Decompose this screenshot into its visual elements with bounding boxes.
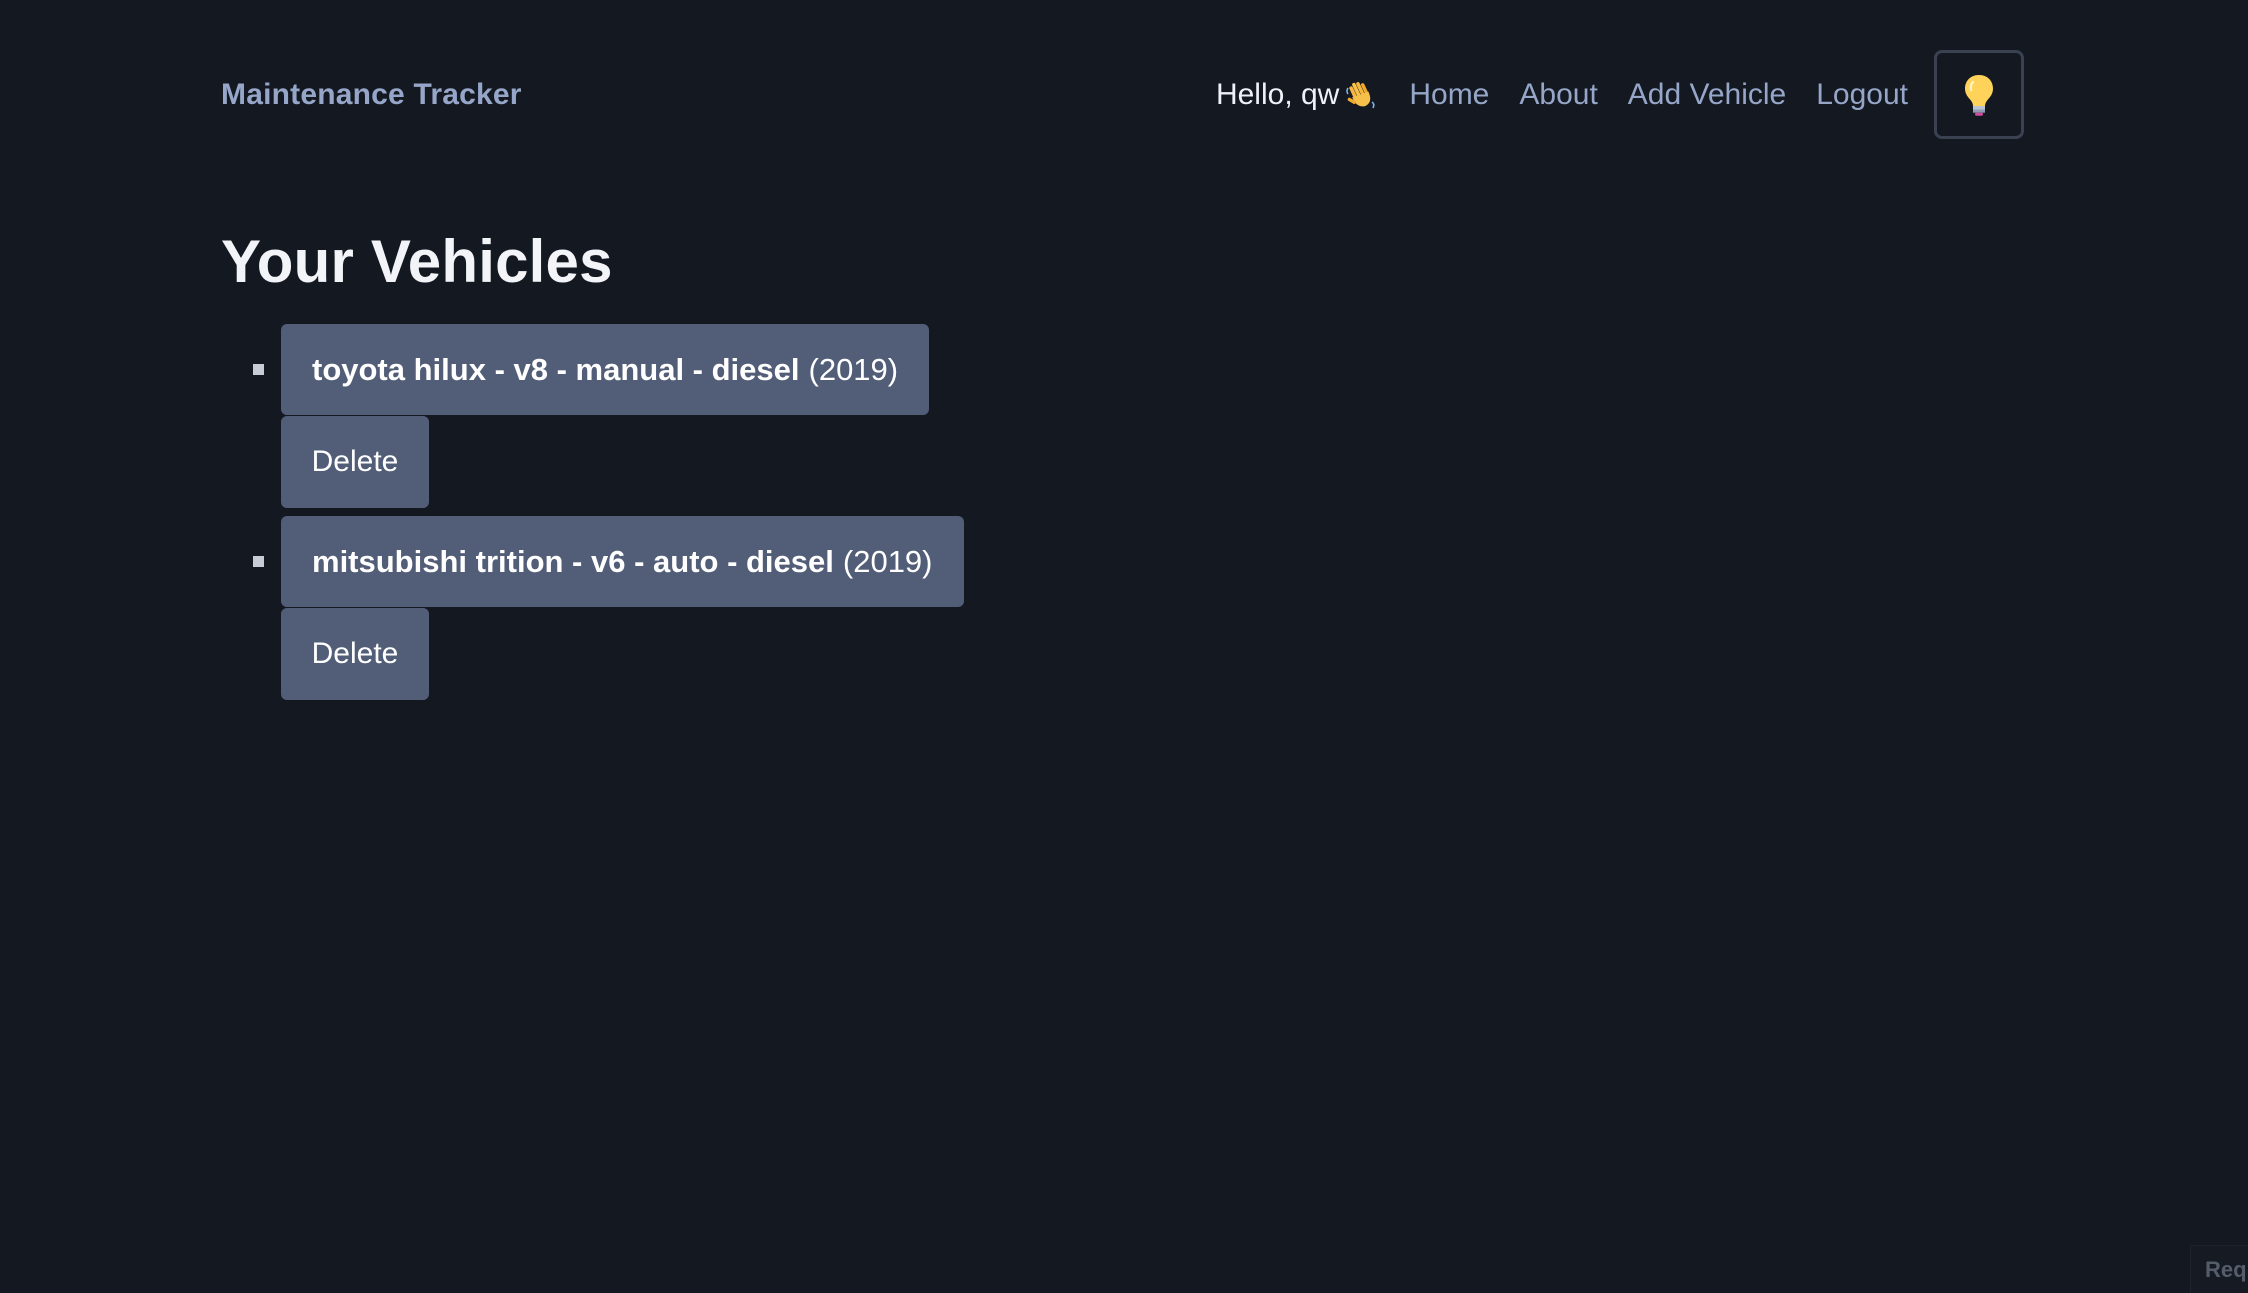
nav-home-link[interactable]: Home	[1409, 78, 1489, 112]
nav-add-vehicle-link[interactable]: Add Vehicle	[1628, 78, 1786, 112]
vehicle-list-item: mitsubishi trition - v6 - auto - diesel …	[221, 516, 964, 700]
nav-logout-link[interactable]: Logout	[1816, 78, 1908, 112]
lightbulb-icon	[1965, 74, 1993, 116]
page: Maintenance Tracker Hello, qw Home About…	[0, 0, 2248, 1293]
waving-hand-icon	[1346, 81, 1375, 108]
vehicle-list: toyota hilux - v8 - manual - diesel (201…	[221, 324, 964, 700]
main-content: Your Vehicles toyota hilux - v8 - manual…	[221, 222, 964, 708]
vehicle-list-item: toyota hilux - v8 - manual - diesel (201…	[221, 324, 964, 508]
vehicle-year: (2019)	[808, 351, 899, 387]
vehicle-name: toyota hilux - v8 - manual - diesel	[312, 351, 800, 387]
user-greeting: Hello, qw	[1216, 78, 1377, 112]
corner-badge[interactable]: Req	[2190, 1245, 2248, 1293]
vehicle-card[interactable]: mitsubishi trition - v6 - auto - diesel …	[281, 516, 964, 607]
main-nav: Hello, qw Home About Add Vehicle Logout	[1216, 50, 2024, 139]
delete-vehicle-button[interactable]: Delete	[281, 416, 429, 508]
vehicle-card[interactable]: toyota hilux - v8 - manual - diesel (201…	[281, 324, 930, 415]
theme-toggle-button[interactable]	[1934, 50, 2024, 139]
greeting-text: Hello, qw	[1215, 77, 1340, 111]
list-bullet	[253, 556, 264, 567]
vehicle-name: mitsubishi trition - v6 - auto - diesel	[312, 543, 834, 579]
top-navbar: Maintenance Tracker Hello, qw Home About…	[221, 50, 2024, 139]
list-bullet	[253, 364, 264, 375]
delete-vehicle-button[interactable]: Delete	[281, 608, 429, 700]
page-title: Your Vehicles	[221, 228, 613, 295]
nav-about-link[interactable]: About	[1519, 78, 1597, 112]
vehicle-year: (2019)	[842, 543, 933, 579]
brand-link[interactable]: Maintenance Tracker	[221, 78, 522, 112]
